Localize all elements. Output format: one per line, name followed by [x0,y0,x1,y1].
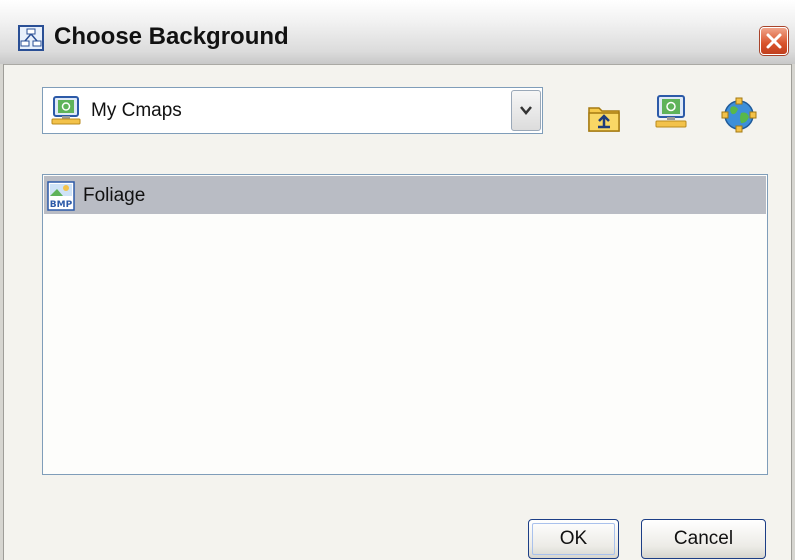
dialog-title: Choose Background [54,23,289,50]
computer-icon [51,96,81,125]
cmap-app-icon [18,25,44,51]
file-name: Foliage [83,185,146,206]
title-bar[interactable]: Choose Background [0,0,795,65]
window-frame-left [0,64,4,560]
location-dropdown[interactable]: My Cmaps [42,87,543,134]
up-folder-icon[interactable] [586,100,622,136]
choose-background-dialog: Choose Background My Cmaps BMP Foliage O… [0,0,795,560]
file-list[interactable]: BMP Foliage [42,174,768,475]
close-icon [766,33,782,49]
dropdown-arrow-button[interactable] [511,90,541,131]
bmp-file-icon: BMP [47,181,75,211]
svg-text:BMP: BMP [50,200,73,210]
desktop-icon[interactable] [653,94,689,130]
network-globe-icon[interactable] [721,97,757,133]
window-frame-right [791,64,795,560]
ok-button[interactable]: OK [528,519,619,559]
list-item-foliage[interactable]: BMP Foliage [44,176,766,214]
close-button[interactable] [760,27,788,55]
cancel-button[interactable]: Cancel [641,519,766,559]
location-dropdown-value: My Cmaps [91,100,182,121]
chevron-down-icon [520,106,532,115]
